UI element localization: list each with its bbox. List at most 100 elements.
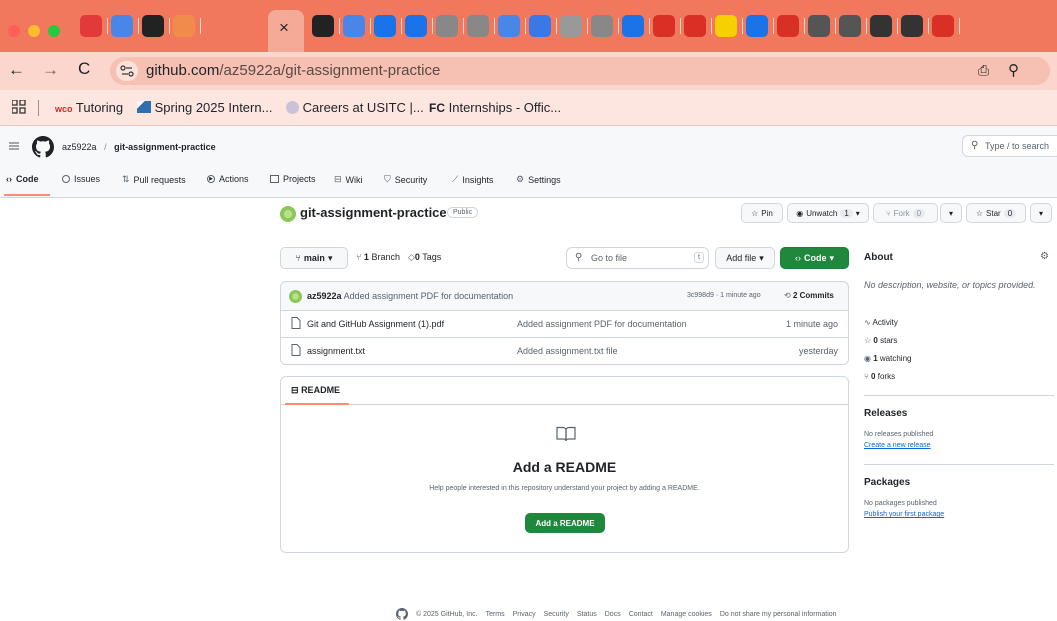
tab-wiki[interactable]: ⊟ Wiki (334, 174, 363, 185)
packages-title[interactable]: Packages (864, 477, 910, 488)
tags-link[interactable]: ◇0 Tags (408, 252, 441, 263)
tab-favicon-icon[interactable] (343, 15, 365, 37)
breadcrumb-owner[interactable]: az5922a (62, 142, 97, 152)
tab-favicon-icon[interactable] (777, 15, 799, 37)
bookmark-tutoring[interactable]: wco Tutoring (55, 100, 123, 115)
forks-link[interactable]: ⑂ 0 forks (864, 372, 895, 381)
tab-favicon-icon[interactable] (405, 15, 427, 37)
tab-actions[interactable]: ▶ Actions (207, 174, 249, 184)
tab-favicon-icon[interactable] (560, 15, 582, 37)
fork-dropdown-button[interactable]: ▾ (940, 203, 962, 223)
search-input[interactable]: ⚲ Type / to search (962, 135, 1057, 157)
pin-button[interactable]: ☆ Pin (741, 203, 783, 223)
repo-title[interactable]: git-assignment-practice (300, 205, 447, 220)
tab-favicon-icon[interactable] (808, 15, 830, 37)
tab-favicon-icon[interactable] (622, 15, 644, 37)
watching-link[interactable]: ◉ 1 watching (864, 354, 911, 363)
file-name[interactable]: assignment.txt (307, 346, 365, 356)
commit-message[interactable]: Added assignment PDF for documentation (344, 291, 514, 301)
tab-favicon-icon[interactable] (746, 15, 768, 37)
commits-link[interactable]: ⟲ 2 Commits (784, 291, 834, 300)
tab-settings[interactable]: ⚙ Settings (516, 174, 561, 185)
tab-code[interactable]: ‹› Code (6, 174, 39, 184)
tab-favicon-icon[interactable] (653, 15, 675, 37)
active-tab[interactable]: × (268, 10, 304, 52)
forward-arrow-icon[interactable]: → (42, 60, 59, 80)
tab-favicon-icon[interactable] (374, 15, 396, 37)
tab-security[interactable]: ⛉ Security (384, 174, 427, 185)
tab-favicon-icon[interactable] (839, 15, 861, 37)
footer-link-contact[interactable]: Contact (629, 611, 653, 618)
star-button[interactable]: ☆ Star 0 (966, 203, 1026, 223)
hamburger-menu-icon[interactable] (8, 140, 20, 152)
code-dropdown-button[interactable]: ‹› Code ▾ (780, 247, 849, 269)
install-app-icon[interactable]: ⎙ (978, 62, 989, 79)
fork-button[interactable]: ⑂ Fork 0 (873, 203, 938, 223)
tab-favicon-icon[interactable] (498, 15, 520, 37)
back-arrow-icon[interactable]: ← (8, 60, 25, 80)
window-minimize-button[interactable] (28, 25, 40, 37)
bookmark-spring-internship[interactable]: Spring 2025 Intern... (137, 100, 272, 115)
window-close-button[interactable] (8, 25, 20, 37)
branch-select[interactable]: ⑂ main ▾ (280, 247, 348, 269)
tab-favicon-icon[interactable] (312, 15, 334, 37)
tab-favicon-icon[interactable] (591, 15, 613, 37)
footer-link-docs[interactable]: Docs (605, 611, 621, 618)
github-logo-icon[interactable] (396, 608, 408, 620)
add-readme-button[interactable]: Add a README (525, 513, 605, 533)
publish-package-link[interactable]: Publish your first package (864, 511, 944, 518)
tab-favicon-icon[interactable] (715, 15, 737, 37)
stars-link[interactable]: ☆ 0 stars (864, 336, 897, 345)
zoom-icon[interactable]: ⚲ (1008, 61, 1019, 79)
tab-favicon-icon[interactable] (529, 15, 551, 37)
bookmark-internships[interactable]: FC Internships - Offic... (429, 100, 561, 115)
footer-link-manage-cookies[interactable]: Manage cookies (661, 611, 712, 618)
table-row[interactable]: Git and GitHub Assignment (1).pdf Added … (280, 311, 849, 338)
gear-icon[interactable]: ⚙ (1040, 251, 1049, 262)
table-row[interactable]: assignment.txt Added assignment.txt file… (280, 338, 849, 365)
add-file-button[interactable]: Add file ▾ (715, 247, 775, 269)
footer-link-do-not-share[interactable]: Do not share my personal information (720, 611, 837, 618)
tab-favicon-icon[interactable] (80, 15, 102, 37)
tab-favicon-icon[interactable] (467, 15, 489, 37)
star-dropdown-button[interactable]: ▾ (1030, 203, 1052, 223)
activity-link[interactable]: ∿ Activity (864, 318, 898, 327)
file-name[interactable]: Git and GitHub Assignment (1).pdf (307, 319, 444, 329)
go-to-file-input[interactable]: ⚲ Go to file t (566, 247, 709, 269)
site-info-icon[interactable] (116, 61, 138, 81)
footer-link-status[interactable]: Status (577, 611, 597, 618)
unwatch-button[interactable]: ◉ Unwatch 1 ▾ (787, 203, 869, 223)
tab-projects[interactable]: Projects (270, 174, 316, 184)
footer-link-privacy[interactable]: Privacy (513, 611, 536, 618)
commit-author[interactable]: az5922a (307, 291, 342, 301)
url-bar[interactable]: github.com/az5922a/git-assignment-practi… (110, 57, 1050, 85)
readme-description: Help people interested in this repositor… (429, 485, 700, 492)
tab-favicon-icon[interactable] (111, 15, 133, 37)
tab-favicon-icon[interactable] (173, 15, 195, 37)
releases-title[interactable]: Releases (864, 408, 907, 419)
github-logo-icon[interactable] (32, 136, 54, 158)
readme-tab[interactable]: ⊟ README (291, 385, 340, 396)
tab-favicon-icon[interactable] (932, 15, 954, 37)
tab-favicon-icon[interactable] (901, 15, 923, 37)
breadcrumb-repo[interactable]: git-assignment-practice (114, 142, 216, 152)
file-commit-message[interactable]: Added assignment PDF for documentation (517, 319, 687, 329)
tab-favicon-icon[interactable] (142, 15, 164, 37)
footer-link-terms[interactable]: Terms (486, 611, 505, 618)
tab-close-icon[interactable]: × (279, 18, 289, 38)
tab-issues[interactable]: Issues (62, 174, 100, 184)
reload-icon[interactable]: C (78, 59, 90, 79)
commit-hash[interactable]: 3c998d9 (687, 292, 714, 299)
tab-pull-requests[interactable]: ⇅ Pull requests (122, 174, 186, 185)
tab-favicon-icon[interactable] (684, 15, 706, 37)
window-zoom-button[interactable] (48, 25, 60, 37)
tab-insights[interactable]: ⟋ Insights (452, 174, 493, 185)
footer-link-security[interactable]: Security (544, 611, 569, 618)
branches-link[interactable]: ⑂ 1 Branch (356, 252, 400, 262)
create-release-link[interactable]: Create a new release (864, 442, 931, 449)
bookmark-careers-usitc[interactable]: Careers at USITC |... (286, 100, 424, 115)
apps-grid-icon[interactable] (12, 100, 26, 114)
tab-favicon-icon[interactable] (436, 15, 458, 37)
file-commit-message[interactable]: Added assignment.txt file (517, 346, 618, 356)
tab-favicon-icon[interactable] (870, 15, 892, 37)
